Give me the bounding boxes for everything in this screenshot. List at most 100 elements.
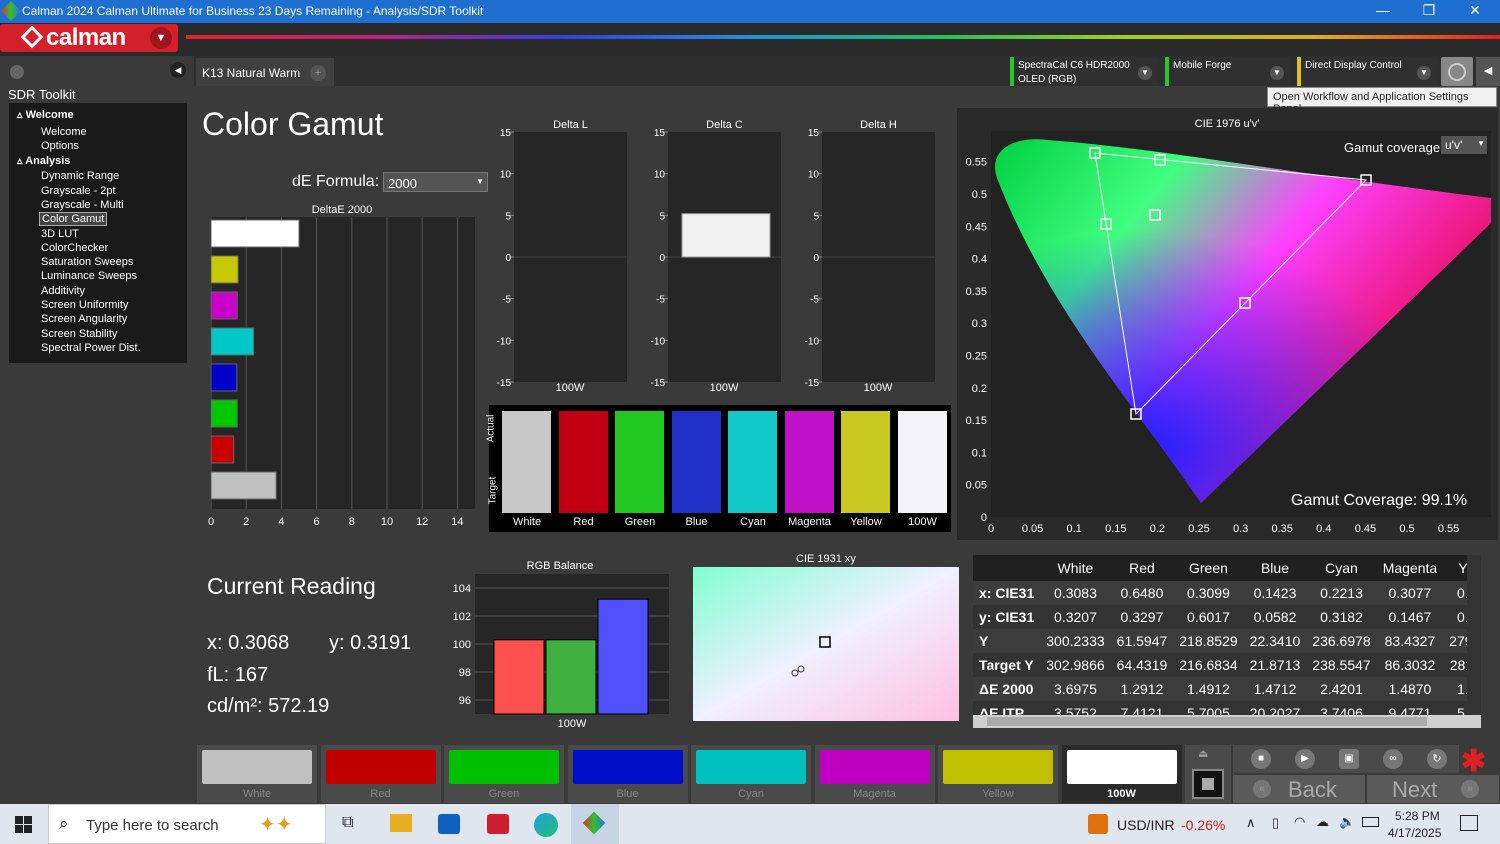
tree-item[interactable]: Dynamic Range: [41, 170, 119, 182]
next-button[interactable]: Next »: [1367, 775, 1499, 803]
swatch-7: [897, 411, 947, 513]
table-cell: 21.8713: [1249, 657, 1301, 673]
cloud-icon[interactable]: ☁: [1316, 814, 1329, 830]
pattern-button-cyan[interactable]: Cyan: [691, 745, 811, 803]
task-view-icon[interactable]: ⧉: [342, 814, 353, 832]
restore-button[interactable]: ❐: [1414, 2, 1444, 19]
tree-item[interactable]: 3D LUT: [41, 228, 79, 240]
currency-label[interactable]: USD/INR: [1117, 817, 1175, 833]
store-icon[interactable]: [487, 814, 509, 834]
taskbar: ⌕ Type here to search ✦✦ ⧉ USD/INR -0.26…: [0, 804, 1500, 844]
clock-time[interactable]: 5:28 PM: [1395, 809, 1440, 823]
scrollbar-thumb[interactable]: [987, 717, 1427, 726]
calman-menu-button[interactable]: calman ▼: [0, 24, 178, 52]
table-vertical-scrollbar[interactable]: [1467, 555, 1481, 715]
deltae-bar: [210, 255, 239, 284]
pattern-button-white[interactable]: White: [197, 745, 317, 803]
meter-device-selector[interactable]: SpectraCal C6 HDR2000 OLED (RGB) ▼: [1010, 57, 1158, 86]
pattern-button-red[interactable]: Red: [320, 745, 441, 803]
delta-tick-label: -5: [810, 295, 819, 306]
display-control-selector[interactable]: Direct Display Control ▼: [1297, 57, 1437, 86]
eject-icon[interactable]: ⏏: [1198, 747, 1208, 760]
refresh-icon[interactable]: ↻: [1427, 749, 1447, 769]
calman-taskbar-button[interactable]: [571, 804, 619, 844]
tree-item[interactable]: Additivity: [41, 285, 85, 297]
tree-item[interactable]: Screen Uniformity: [41, 299, 128, 311]
tree-group-analysis[interactable]: ▵ Analysis: [17, 154, 70, 167]
wifi-icon[interactable]: ◠: [1294, 814, 1305, 830]
tree-item[interactable]: Spectral Power Dist.: [41, 342, 141, 354]
pattern-swatch: [572, 750, 683, 784]
chevron-up-icon[interactable]: ∧: [1246, 815, 1256, 831]
cie76-y-tick: 0.3: [972, 318, 987, 330]
gamut-coverage-readout: Gamut Coverage: 99.1%: [1291, 492, 1468, 509]
notification-icon[interactable]: [1460, 815, 1478, 831]
deltae-bar: [210, 399, 238, 428]
pattern-button-blue[interactable]: Blue: [567, 745, 688, 803]
stop-square-button[interactable]: [1192, 769, 1224, 799]
table-horizontal-scrollbar[interactable]: [973, 715, 1481, 728]
cie76-y-tick: 0.15: [966, 415, 987, 427]
table-cell: 0.1467: [1388, 609, 1432, 625]
collapse-sidebar-icon[interactable]: ◀: [170, 62, 186, 78]
add-tab-button[interactable]: +: [310, 65, 326, 81]
table-cell: 1.4912: [1187, 681, 1230, 697]
swatch-4: [728, 411, 777, 513]
table-header-cell: Red: [1110, 555, 1174, 581]
delta-tick-label: 15: [808, 128, 820, 139]
edge-icon[interactable]: [534, 813, 558, 837]
tree-item-selected[interactable]: Color Gamut: [39, 212, 108, 226]
table-cell: 3.5752: [1054, 705, 1097, 715]
window-title: Calman 2024 Calman Ultimate for Business…: [22, 4, 484, 18]
table-cell: 0.3083: [1054, 585, 1097, 601]
loop-icon[interactable]: ∞: [1383, 749, 1403, 769]
outlook-icon[interactable]: [438, 814, 460, 834]
tree-group-welcome[interactable]: ▵ Welcome: [17, 108, 74, 121]
settings-dot-icon[interactable]: [10, 65, 24, 79]
tree-item[interactable]: Grayscale - Multi: [41, 199, 124, 211]
cie76-y-tick: 0.55: [966, 157, 987, 169]
cie76-x-tick: 0.1: [1067, 523, 1082, 535]
save-icon[interactable]: ▣: [1339, 749, 1359, 769]
cie76-y-tick: 0.1: [972, 447, 987, 459]
tree-item[interactable]: Grayscale - 2pt: [41, 185, 116, 197]
play-icon[interactable]: ▶: [1295, 749, 1315, 769]
tree-item[interactable]: Luminance Sweeps: [41, 270, 137, 282]
table-cell: 0.3182: [1320, 609, 1363, 625]
collapse-right-icon[interactable]: ◀: [1476, 57, 1500, 86]
file-explorer-icon[interactable]: [390, 814, 412, 832]
tab-k13-natural-warm[interactable]: K13 Natural Warm +: [196, 58, 334, 86]
pattern-button-100w[interactable]: 100W: [1061, 745, 1182, 803]
pattern-source-selector[interactable]: Mobile Forge ▼: [1165, 57, 1290, 86]
gamut-coverage-select[interactable]: u'v' ▼: [1441, 136, 1487, 154]
de-formula-select[interactable]: 2000 ▼: [383, 172, 488, 192]
tree-item[interactable]: Screen Angularity: [41, 313, 127, 325]
tree-item-options[interactable]: Options: [41, 140, 79, 152]
battery-icon[interactable]: [1362, 817, 1379, 827]
table-header-cell: Green: [1173, 555, 1244, 581]
minimize-button[interactable]: —: [1368, 2, 1398, 18]
tree-item[interactable]: Saturation Sweeps: [41, 256, 133, 268]
table-cell: 20.2027: [1249, 705, 1301, 715]
clock-date[interactable]: 4/17/2025: [1388, 826, 1441, 840]
device-icon[interactable]: ▯: [1272, 815, 1279, 831]
pattern-button-magenta[interactable]: Magenta: [814, 745, 935, 803]
pattern-swatch: [819, 750, 930, 784]
table-cell: ΔE ITP: [979, 705, 1025, 715]
table-cell: 0.3099: [1187, 585, 1230, 601]
pattern-button-yellow[interactable]: Yellow: [938, 745, 1058, 803]
back-button[interactable]: « Back: [1233, 775, 1365, 803]
stop-icon[interactable]: ■: [1251, 749, 1271, 769]
close-button[interactable]: ✕: [1460, 2, 1490, 19]
volume-icon[interactable]: 🔉: [1339, 814, 1355, 830]
asterisk-icon[interactable]: ✱: [1461, 744, 1486, 779]
windows-start-icon[interactable]: [15, 816, 32, 833]
tree-item[interactable]: Screen Stability: [41, 328, 117, 340]
tree-item[interactable]: ColorChecker: [41, 242, 108, 254]
tree-item-welcome[interactable]: Welcome: [41, 126, 87, 138]
pattern-button-green[interactable]: Green: [444, 745, 564, 803]
chevron-down-icon[interactable]: ▼: [150, 27, 172, 49]
settings-panel-button[interactable]: [1441, 57, 1473, 86]
sparkle-icon: ✦✦: [259, 814, 293, 836]
taskbar-search[interactable]: ⌕ Type here to search ✦✦: [48, 804, 326, 844]
